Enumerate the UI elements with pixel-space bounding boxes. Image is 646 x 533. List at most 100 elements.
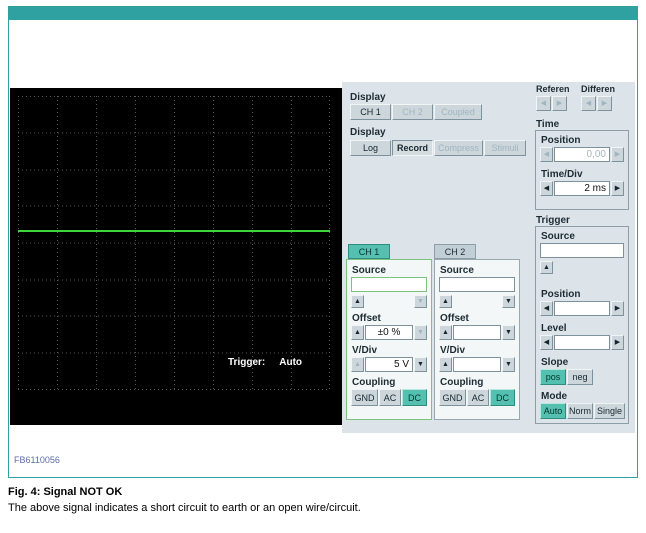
trigger-slope-label: Slope — [541, 357, 569, 368]
ch2-coupling-gnd-button[interactable]: GND — [439, 389, 466, 406]
time-div-increase-button[interactable]: ▶ — [611, 181, 624, 196]
reference-next-button[interactable]: ▶ — [552, 96, 567, 111]
time-position-value: 0,00 — [554, 147, 610, 162]
slope-pos-button[interactable]: pos — [540, 369, 566, 385]
up-arrow-icon: ▲ — [354, 298, 361, 305]
down-arrow-icon: ▼ — [417, 298, 424, 305]
up-arrow-icon: ▲ — [354, 329, 361, 336]
time-position-increase-button[interactable]: ▶ — [611, 147, 624, 162]
ch1-coupling-dc-button[interactable]: DC — [402, 389, 427, 406]
compress-button[interactable]: Compress — [434, 140, 483, 156]
ch2-vdiv-value — [453, 357, 501, 372]
trigger-position-label: Position — [541, 289, 581, 300]
ch2-panel: Source ▲ ▼ Offset ▲ ▼ V/Div ▲ ▼ Coupling… — [434, 259, 520, 420]
caption-title: Fig. 4: Signal NOT OK — [8, 486, 123, 498]
display-channels-label: Display — [350, 92, 386, 103]
time-div-label: Time/Div — [541, 169, 583, 180]
up-arrow-icon: ▲ — [354, 361, 361, 368]
trigger-position-value — [554, 301, 610, 316]
trigger-level-decrease-button[interactable]: ◀ — [540, 335, 553, 350]
slope-neg-button[interactable]: neg — [567, 369, 593, 385]
right-arrow-icon: ▶ — [614, 151, 621, 158]
trigger-readout-value: Auto — [279, 357, 303, 368]
ch1-vdiv-down-button[interactable]: ▼ — [414, 357, 427, 372]
tab-ch2[interactable]: CH 2 — [434, 244, 476, 259]
tab-ch1[interactable]: CH 1 — [348, 244, 390, 259]
ch1-source-label: Source — [352, 265, 386, 276]
ch2-source-down-button[interactable]: ▼ — [502, 295, 515, 308]
trigger-group-label: Trigger — [536, 215, 570, 226]
ch1-offset-down-button[interactable]: ▼ — [414, 325, 427, 340]
display-ch2-button[interactable]: CH 2 — [392, 104, 433, 120]
log-button[interactable]: Log — [350, 140, 391, 156]
ch2-coupling-label: Coupling — [440, 377, 484, 388]
oscilloscope-screen: Trigger: Auto — [10, 88, 342, 425]
display-coupled-button[interactable]: Coupled — [434, 104, 482, 120]
differential-label: Differen — [581, 84, 616, 94]
mode-single-button[interactable]: Single — [594, 403, 625, 419]
caption-body: The above signal indicates a short circu… — [8, 502, 361, 514]
trigger-position-increase-button[interactable]: ▶ — [611, 301, 624, 316]
ch1-source-down-button[interactable]: ▼ — [414, 295, 427, 308]
ch2-offset-down-button[interactable]: ▼ — [502, 325, 515, 340]
trigger-groupbox: Source ▲ Position ◀ ▶ Level ◀ ▶ Slope po… — [535, 226, 629, 424]
ch1-offset-up-button[interactable]: ▲ — [351, 325, 364, 340]
ch1-vdiv-label: V/Div — [352, 345, 378, 356]
left-arrow-icon: ◀ — [543, 185, 550, 192]
differential-next-button[interactable]: ▶ — [597, 96, 612, 111]
ch1-vdiv-up-button[interactable]: ▲ — [351, 357, 364, 372]
differential-prev-button[interactable]: ◀ — [581, 96, 596, 111]
trigger-source-up-button[interactable]: ▲ — [540, 261, 553, 274]
reference-prev-button[interactable]: ◀ — [536, 96, 551, 111]
ch1-vdiv-value: 5 V — [365, 357, 413, 372]
ch2-coupling-dc-button[interactable]: DC — [490, 389, 515, 406]
display-ch1-button[interactable]: CH 1 — [350, 104, 391, 120]
time-div-decrease-button[interactable]: ◀ — [540, 181, 553, 196]
ch2-source-input[interactable] — [439, 277, 515, 292]
ch2-offset-up-button[interactable]: ▲ — [439, 325, 452, 340]
right-arrow-icon: ▶ — [614, 339, 621, 346]
ch1-coupling-label: Coupling — [352, 377, 396, 388]
record-button[interactable]: Record — [392, 140, 433, 156]
time-div-value: 2 ms — [554, 181, 610, 196]
left-arrow-icon: ◀ — [543, 339, 550, 346]
stimuli-button[interactable]: Stimuli — [484, 140, 526, 156]
down-arrow-icon: ▼ — [505, 361, 512, 368]
ch2-source-label: Source — [440, 265, 474, 276]
up-arrow-icon: ▲ — [442, 361, 449, 368]
top-accent-bar — [9, 7, 637, 20]
trigger-position-decrease-button[interactable]: ◀ — [540, 301, 553, 316]
trigger-source-input[interactable] — [540, 243, 624, 258]
time-position-label: Position — [541, 135, 581, 146]
ch1-source-up-button[interactable]: ▲ — [351, 295, 364, 308]
trigger-mode-label: Mode — [541, 391, 568, 402]
trigger-level-label: Level — [541, 323, 567, 334]
up-arrow-icon: ▲ — [442, 298, 449, 305]
right-arrow-icon: ▶ — [556, 100, 563, 107]
trigger-readout: Trigger: Auto — [228, 357, 302, 368]
mode-norm-button[interactable]: Norm — [567, 403, 593, 419]
mode-auto-button[interactable]: Auto — [540, 403, 566, 419]
ch2-coupling-ac-button[interactable]: AC — [467, 389, 489, 406]
ch1-coupling-gnd-button[interactable]: GND — [351, 389, 378, 406]
ch1-panel: Source ▲ ▼ Offset ▲ ±0 % ▼ V/Div ▲ 5 V ▼… — [346, 259, 432, 420]
grid-lines — [18, 96, 330, 390]
ch2-vdiv-down-button[interactable]: ▼ — [502, 357, 515, 372]
control-panel: Display CH 1 CH 2 Coupled Display Log Re… — [342, 82, 635, 433]
down-arrow-icon: ▼ — [505, 329, 512, 336]
down-arrow-icon: ▼ — [417, 361, 424, 368]
down-arrow-icon: ▼ — [417, 329, 424, 336]
trigger-readout-label: Trigger: — [228, 357, 266, 368]
up-arrow-icon: ▲ — [442, 329, 449, 336]
ch2-source-up-button[interactable]: ▲ — [439, 295, 452, 308]
ch1-source-input[interactable] — [351, 277, 427, 292]
signal-trace — [18, 230, 330, 232]
time-position-decrease-button[interactable]: ◀ — [540, 147, 553, 162]
ch1-coupling-ac-button[interactable]: AC — [379, 389, 401, 406]
ch2-vdiv-up-button[interactable]: ▲ — [439, 357, 452, 372]
trigger-level-increase-button[interactable]: ▶ — [611, 335, 624, 350]
left-arrow-icon: ◀ — [543, 305, 550, 312]
time-group-label: Time — [536, 119, 560, 130]
trigger-level-value — [554, 335, 610, 350]
left-arrow-icon: ◀ — [543, 151, 550, 158]
